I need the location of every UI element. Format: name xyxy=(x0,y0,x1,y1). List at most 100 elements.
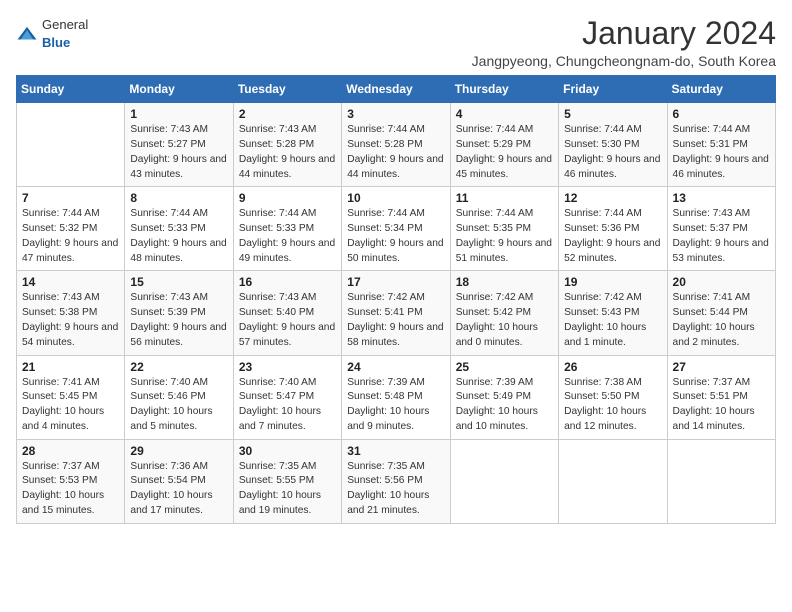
weekday-monday: Monday xyxy=(125,76,233,103)
weekday-friday: Friday xyxy=(559,76,667,103)
day-number: 20 xyxy=(673,275,770,289)
calendar-cell: 4 Sunrise: 7:44 AM Sunset: 5:29 PM Daylig… xyxy=(450,103,558,187)
calendar-cell: 25 Sunrise: 7:39 AM Sunset: 5:49 PM Dayli… xyxy=(450,355,558,439)
day-number: 10 xyxy=(347,191,444,205)
calendar-cell: 30 Sunrise: 7:35 AM Sunset: 5:55 PM Dayli… xyxy=(233,439,341,523)
day-number: 24 xyxy=(347,360,444,374)
day-info: Sunrise: 7:44 AM Sunset: 5:31 PM Dayligh… xyxy=(673,123,770,182)
day-info: Sunrise: 7:37 AM Sunset: 5:53 PM Dayligh… xyxy=(22,460,119,519)
day-number: 8 xyxy=(130,191,227,205)
calendar-cell: 18Sunrise: 7:42 AM Sunset: 5:42 PM Dayli… xyxy=(450,271,558,355)
day-number: 4 xyxy=(456,107,553,121)
week-row-3: 14 Sunrise: 7:43 AM Sunset: 5:38 PM Dayli… xyxy=(17,271,776,355)
month-title: January 2024 xyxy=(472,16,776,51)
weekday-thursday: Thursday xyxy=(450,76,558,103)
day-info: Sunrise: 7:44 AM Sunset: 5:36 PM Dayligh… xyxy=(564,207,661,266)
calendar-cell xyxy=(559,439,667,523)
title-block: January 2024 Jangpyeong, Chungcheongnam-… xyxy=(472,16,776,69)
day-info: Sunrise: 7:35 AM Sunset: 5:55 PM Dayligh… xyxy=(239,460,336,519)
calendar-body: 1 Sunrise: 7:43 AM Sunset: 5:27 PM Daylig… xyxy=(17,103,776,524)
day-info: Sunrise: 7:44 AM Sunset: 5:29 PM Dayligh… xyxy=(456,123,553,182)
calendar-cell: 13 Sunrise: 7:43 AM Sunset: 5:37 PM Dayli… xyxy=(667,187,775,271)
day-number: 13 xyxy=(673,191,770,205)
day-number: 26 xyxy=(564,360,661,374)
day-info: Sunrise: 7:43 AM Sunset: 5:40 PM Dayligh… xyxy=(239,291,336,350)
day-info: Sunrise: 7:37 AM Sunset: 5:51 PM Dayligh… xyxy=(673,376,770,435)
calendar-cell: 5 Sunrise: 7:44 AM Sunset: 5:30 PM Daylig… xyxy=(559,103,667,187)
day-number: 15 xyxy=(130,275,227,289)
weekday-wednesday: Wednesday xyxy=(342,76,450,103)
day-number: 3 xyxy=(347,107,444,121)
day-info: Sunrise: 7:44 AM Sunset: 5:32 PM Dayligh… xyxy=(22,207,119,266)
day-number: 29 xyxy=(130,444,227,458)
day-info: Sunrise: 7:35 AM Sunset: 5:56 PM Dayligh… xyxy=(347,460,444,519)
calendar-cell: 10 Sunrise: 7:44 AM Sunset: 5:34 PM Dayli… xyxy=(342,187,450,271)
day-number: 31 xyxy=(347,444,444,458)
day-info: Sunrise: 7:40 AM Sunset: 5:46 PM Dayligh… xyxy=(130,376,227,435)
calendar-cell: 2 Sunrise: 7:43 AM Sunset: 5:28 PM Daylig… xyxy=(233,103,341,187)
calendar-cell: 26 Sunrise: 7:38 AM Sunset: 5:50 PM Dayli… xyxy=(559,355,667,439)
day-info: Sunrise: 7:44 AM Sunset: 5:34 PM Dayligh… xyxy=(347,207,444,266)
day-info: Sunrise: 7:42 AM Sunset: 5:42 PM Dayligh… xyxy=(456,291,553,350)
day-number: 27 xyxy=(673,360,770,374)
day-number: 28 xyxy=(22,444,119,458)
day-number: 25 xyxy=(456,360,553,374)
day-number: 1 xyxy=(130,107,227,121)
calendar-cell: 31 Sunrise: 7:35 AM Sunset: 5:56 PM Dayli… xyxy=(342,439,450,523)
day-number: 21 xyxy=(22,360,119,374)
calendar-cell: 6 Sunrise: 7:44 AM Sunset: 5:31 PM Daylig… xyxy=(667,103,775,187)
day-number: 30 xyxy=(239,444,336,458)
logo: General Blue xyxy=(16,16,88,52)
day-number: 16 xyxy=(239,275,336,289)
calendar-table: SundayMondayTuesdayWednesdayThursdayFrid… xyxy=(16,75,776,524)
day-info: Sunrise: 7:42 AM Sunset: 5:41 PM Dayligh… xyxy=(347,291,444,350)
calendar-cell: 14 Sunrise: 7:43 AM Sunset: 5:38 PM Dayli… xyxy=(17,271,125,355)
calendar-cell: 7 Sunrise: 7:44 AM Sunset: 5:32 PM Daylig… xyxy=(17,187,125,271)
day-info: Sunrise: 7:44 AM Sunset: 5:33 PM Dayligh… xyxy=(239,207,336,266)
day-number: 9 xyxy=(239,191,336,205)
day-number: 22 xyxy=(130,360,227,374)
day-number: 11 xyxy=(456,191,553,205)
week-row-4: 21Sunrise: 7:41 AM Sunset: 5:45 PM Dayli… xyxy=(17,355,776,439)
day-info: Sunrise: 7:43 AM Sunset: 5:37 PM Dayligh… xyxy=(673,207,770,266)
calendar-cell: 12 Sunrise: 7:44 AM Sunset: 5:36 PM Dayli… xyxy=(559,187,667,271)
day-info: Sunrise: 7:39 AM Sunset: 5:49 PM Dayligh… xyxy=(456,376,553,435)
calendar-cell: 27 Sunrise: 7:37 AM Sunset: 5:51 PM Dayli… xyxy=(667,355,775,439)
day-info: Sunrise: 7:36 AM Sunset: 5:54 PM Dayligh… xyxy=(130,460,227,519)
weekday-saturday: Saturday xyxy=(667,76,775,103)
day-number: 23 xyxy=(239,360,336,374)
calendar-cell: 8Sunrise: 7:44 AM Sunset: 5:33 PM Daylig… xyxy=(125,187,233,271)
week-row-1: 1 Sunrise: 7:43 AM Sunset: 5:27 PM Daylig… xyxy=(17,103,776,187)
calendar-cell: 28 Sunrise: 7:37 AM Sunset: 5:53 PM Dayli… xyxy=(17,439,125,523)
day-info: Sunrise: 7:43 AM Sunset: 5:28 PM Dayligh… xyxy=(239,123,336,182)
calendar-cell: 23Sunrise: 7:40 AM Sunset: 5:47 PM Dayli… xyxy=(233,355,341,439)
calendar-cell: 15Sunrise: 7:43 AM Sunset: 5:39 PM Dayli… xyxy=(125,271,233,355)
day-number: 7 xyxy=(22,191,119,205)
day-info: Sunrise: 7:38 AM Sunset: 5:50 PM Dayligh… xyxy=(564,376,661,435)
calendar-cell: 17 Sunrise: 7:42 AM Sunset: 5:41 PM Dayli… xyxy=(342,271,450,355)
calendar-cell: 22 Sunrise: 7:40 AM Sunset: 5:46 PM Dayli… xyxy=(125,355,233,439)
calendar-header: SundayMondayTuesdayWednesdayThursdayFrid… xyxy=(17,76,776,103)
logo-icon xyxy=(16,25,38,43)
calendar-cell: 3 Sunrise: 7:44 AM Sunset: 5:28 PM Daylig… xyxy=(342,103,450,187)
calendar-cell: 19Sunrise: 7:42 AM Sunset: 5:43 PM Dayli… xyxy=(559,271,667,355)
calendar-cell xyxy=(667,439,775,523)
calendar-cell: 16 Sunrise: 7:43 AM Sunset: 5:40 PM Dayli… xyxy=(233,271,341,355)
day-number: 2 xyxy=(239,107,336,121)
day-info: Sunrise: 7:41 AM Sunset: 5:44 PM Dayligh… xyxy=(673,291,770,350)
location-subtitle: Jangpyeong, Chungcheongnam-do, South Kor… xyxy=(472,53,776,69)
day-number: 12 xyxy=(564,191,661,205)
day-info: Sunrise: 7:44 AM Sunset: 5:28 PM Dayligh… xyxy=(347,123,444,182)
calendar-cell: 9 Sunrise: 7:44 AM Sunset: 5:33 PM Daylig… xyxy=(233,187,341,271)
day-number: 6 xyxy=(673,107,770,121)
calendar-cell: 20 Sunrise: 7:41 AM Sunset: 5:44 PM Dayli… xyxy=(667,271,775,355)
day-number: 5 xyxy=(564,107,661,121)
day-info: Sunrise: 7:43 AM Sunset: 5:27 PM Dayligh… xyxy=(130,123,227,182)
calendar-cell: 1 Sunrise: 7:43 AM Sunset: 5:27 PM Daylig… xyxy=(125,103,233,187)
logo-text-blue: Blue xyxy=(42,35,70,50)
day-number: 14 xyxy=(22,275,119,289)
day-number: 17 xyxy=(347,275,444,289)
week-row-5: 28 Sunrise: 7:37 AM Sunset: 5:53 PM Dayli… xyxy=(17,439,776,523)
day-info: Sunrise: 7:44 AM Sunset: 5:30 PM Dayligh… xyxy=(564,123,661,182)
day-info: Sunrise: 7:43 AM Sunset: 5:38 PM Dayligh… xyxy=(22,291,119,350)
